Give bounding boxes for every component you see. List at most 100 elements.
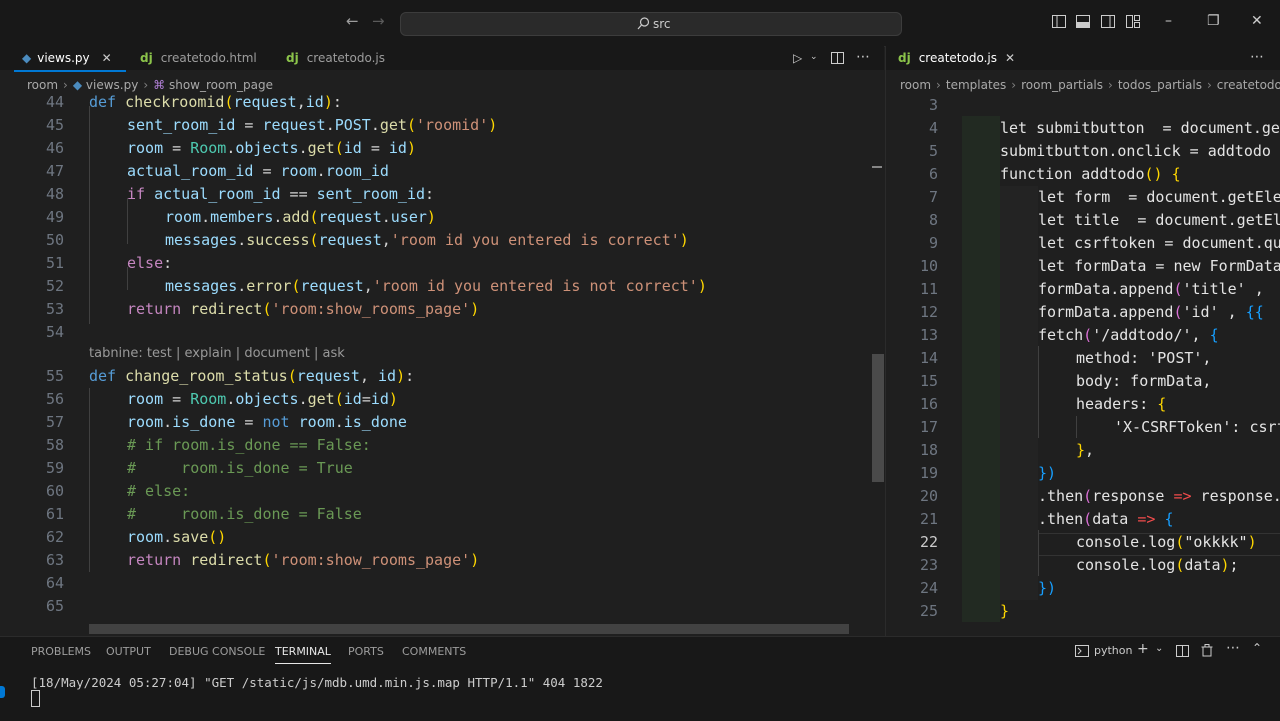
django-file-icon: dj [898,51,911,65]
close-icon[interactable]: ✕ [1005,51,1015,65]
tab-createtodo-html[interactable]: dj createtodo.html [140,46,257,70]
line-number: 7 [928,188,938,206]
run-icon[interactable]: ▷ [793,51,802,65]
tab-views-py[interactable]: ◆ views.py ✕ [22,46,112,70]
line-number: 6 [928,165,938,183]
customize-layout-icon[interactable] [1126,15,1140,28]
vertical-scrollbar[interactable] [872,354,884,482]
line-number: 55 [45,367,64,385]
tab-debug-console[interactable]: DEBUG CONSOLE [169,645,265,658]
line-number: 64 [45,574,64,592]
line-number: 61 [45,505,64,523]
line-number: 52 [45,277,64,295]
more-actions-icon[interactable]: ⋯ [856,49,870,65]
indent-guide [1076,416,1077,438]
line-number: 12 [919,303,938,321]
line-number: 63 [45,551,64,569]
new-terminal-icon[interactable]: + [1137,641,1149,657]
line-number: 51 [45,254,64,272]
line-number: 47 [45,162,64,180]
breadcrumb: room › ◆ views.py › ⌘ show_room_page [27,78,274,92]
line-number: 48 [45,185,64,203]
horizontal-scrollbar[interactable] [89,624,849,634]
line-number: 5 [928,142,938,160]
line-number: 15 [919,372,938,390]
breadcrumb-item[interactable]: room [900,78,931,92]
line-number: 8 [928,211,938,229]
line-number: 10 [919,257,938,275]
line-number: 54 [45,323,64,341]
breadcrumb-item[interactable]: templates [946,78,1006,92]
toggle-sidebar-icon[interactable] [1052,15,1066,28]
line-number: 45 [45,116,64,134]
tab-createtodo-js[interactable]: dj createtodo.js [286,46,385,70]
more-actions-icon[interactable]: ⋯ [1250,49,1264,65]
line-number: 49 [45,208,64,226]
tab-output[interactable]: OUTPUT [106,645,151,658]
breadcrumb-item[interactable]: show_room_page [169,78,273,92]
line-number: 16 [919,395,938,413]
trash-icon[interactable] [1201,644,1213,657]
line-number: 24 [919,579,938,597]
tab-ports[interactable]: PORTS [348,645,384,658]
left-tab-bar: ◆ views.py ✕ dj createtodo.html dj createtod… [0,46,884,70]
chevron-down-icon[interactable]: ⌄ [810,52,818,62]
tab-problems[interactable]: PROBLEMS [31,645,91,658]
line-number: 56 [45,390,64,408]
search-icon [637,17,650,30]
breadcrumb-item[interactable]: room [27,78,58,92]
toggle-secondary-sidebar-icon[interactable] [1101,15,1115,28]
toggle-panel-icon[interactable] [1076,15,1090,28]
terminal-cursor [31,690,40,707]
tab-label: createtodo.js [306,51,385,65]
line-number: 62 [45,528,64,546]
command-center-search[interactable]: src [400,12,902,36]
line-number: 57 [45,413,64,431]
line-number: 18 [919,441,938,459]
line-number: 65 [45,597,64,615]
line-number: 14 [919,349,938,367]
tab-comments[interactable]: COMMENTS [402,645,466,658]
arrow-right-icon[interactable]: → [372,12,385,30]
codelens[interactable]: tabnine: test | explain | document | ask [89,346,345,361]
line-number: 44 [45,94,64,111]
tab-terminal[interactable]: TERMINAL [275,645,331,664]
close-icon[interactable]: ✕ [102,51,112,65]
right-tab-bar: dj createtodo.js ✕ ⋯ [886,46,1280,70]
line-number: 13 [919,326,938,344]
line-number: 46 [45,139,64,157]
breadcrumb-item[interactable]: views.py [86,78,138,92]
active-tab-indicator [14,70,126,72]
line-number: 20 [919,487,938,505]
indent-guide [89,388,90,572]
breadcrumb-item[interactable]: room_partials [1021,78,1103,92]
line-number: 21 [919,510,938,528]
maximize-button[interactable]: ❐ [1207,13,1220,29]
arrow-left-icon[interactable]: ← [346,12,359,30]
split-terminal-icon[interactable] [1176,645,1189,657]
line-number: 19 [919,464,938,482]
python-editor[interactable]: 44 def checkroomid(request,id): 45 sent_ro… [12,94,884,636]
chevron-up-icon[interactable]: ⌃ [1252,641,1262,655]
minimize-button[interactable]: – [1165,13,1172,29]
breadcrumb-item[interactable]: createtodo [1217,78,1280,92]
indent-guide [1038,346,1039,438]
split-editor-icon[interactable] [831,52,844,64]
shell-label[interactable]: python [1094,644,1132,657]
chevron-down-icon[interactable]: ⌄ [1155,643,1163,654]
tab-label: createtodo.js [918,51,997,65]
indent-guide [1038,530,1039,576]
indent-shade [1000,186,1038,600]
js-editor[interactable]: 3 4let submitbutton = document.getElemen… [886,94,1280,634]
line-number: 58 [45,436,64,454]
line-number: 4 [928,119,938,137]
terminal-output-line: [18/May/2024 05:27:04] "GET /static/js/m… [31,675,603,690]
tab-createtodo-js-right[interactable]: dj createtodo.js ✕ [898,46,1015,70]
django-file-icon: dj [140,51,153,65]
line-number-current: 22 [919,533,938,551]
more-actions-icon[interactable]: ⋯ [1226,640,1240,656]
breadcrumb-item[interactable]: todos_partials [1118,78,1202,92]
close-window-button[interactable]: ✕ [1251,13,1263,29]
terminal-decoration [0,686,5,698]
line-number: 9 [928,234,938,252]
